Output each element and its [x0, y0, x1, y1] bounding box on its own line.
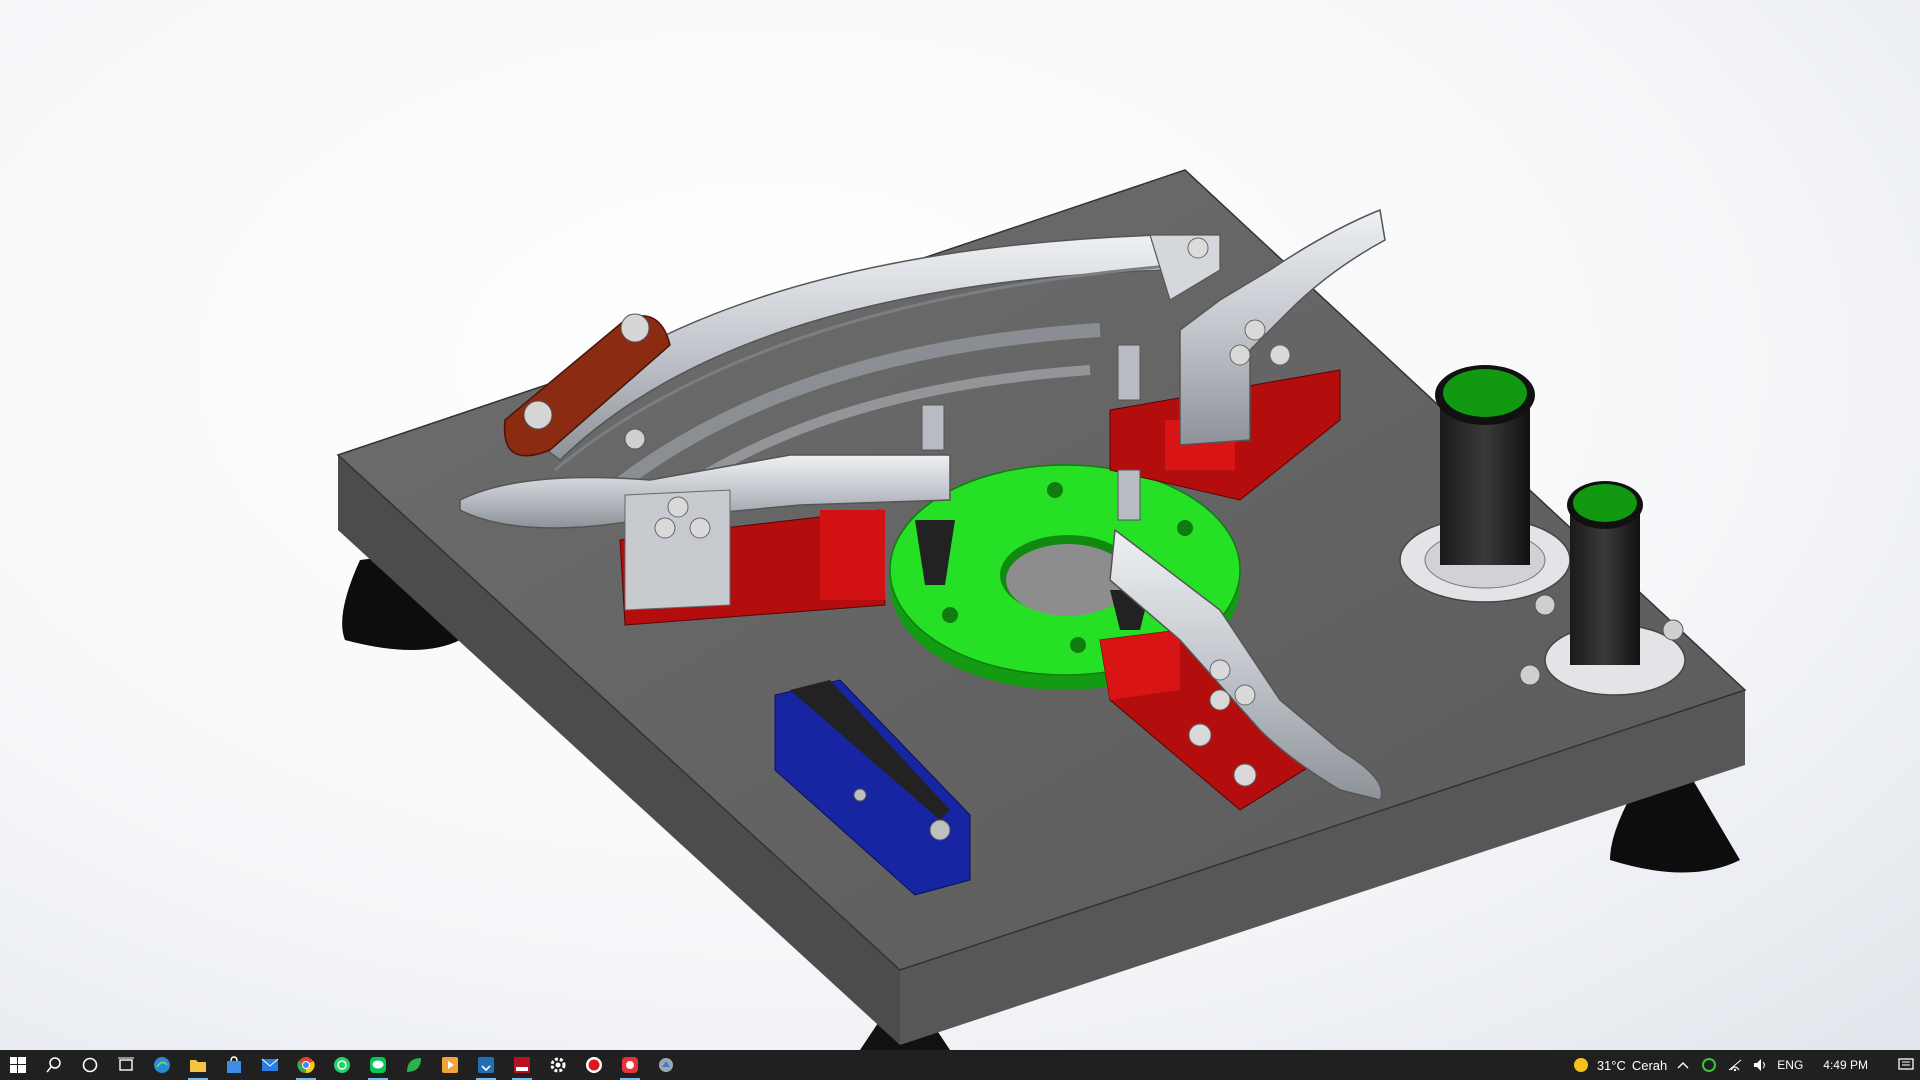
windows-logo-icon[interactable]: [0, 1050, 36, 1080]
language-indicator[interactable]: ENG: [1777, 1058, 1803, 1072]
status-circle-icon[interactable]: [1699, 1050, 1719, 1080]
chrome-icon[interactable]: [288, 1050, 324, 1080]
search-icon[interactable]: [36, 1050, 72, 1080]
solidworks-icon[interactable]: [504, 1050, 540, 1080]
record-icon[interactable]: [576, 1050, 612, 1080]
task-view-icon[interactable]: [108, 1050, 144, 1080]
media-icon[interactable]: [432, 1050, 468, 1080]
whatsapp-icon[interactable]: [324, 1050, 360, 1080]
wifi-icon[interactable]: [1725, 1050, 1745, 1080]
store-icon[interactable]: [216, 1050, 252, 1080]
weather-description[interactable]: Cerah: [1632, 1058, 1667, 1073]
installer-icon[interactable]: [468, 1050, 504, 1080]
mail-icon[interactable]: [252, 1050, 288, 1080]
cad-viewport[interactable]: [0, 0, 1920, 1050]
cortana-icon[interactable]: [72, 1050, 108, 1080]
folder-icon[interactable]: [180, 1050, 216, 1080]
speaker-icon[interactable]: [1751, 1050, 1771, 1080]
line-icon[interactable]: [360, 1050, 396, 1080]
weather-sun-icon[interactable]: [1571, 1050, 1591, 1080]
edge-icon[interactable]: [144, 1050, 180, 1080]
system-tray: 31°C Cerah ENG 4:49 PM: [1571, 1050, 1920, 1080]
leaf-icon[interactable]: [396, 1050, 432, 1080]
weather-temperature[interactable]: 31°C: [1597, 1058, 1626, 1073]
red-app-icon[interactable]: [612, 1050, 648, 1080]
chevron-up-icon[interactable]: [1673, 1050, 1693, 1080]
misc-app-icon[interactable]: [648, 1050, 684, 1080]
fixture-assembly-drawing: [336, 169, 1747, 1050]
gear-icon[interactable]: [540, 1050, 576, 1080]
windows-taskbar: 31°C Cerah ENG 4:49 PM: [0, 1050, 1920, 1080]
notification-icon[interactable]: [1896, 1050, 1916, 1080]
clock[interactable]: 4:49 PM: [1823, 1058, 1868, 1072]
